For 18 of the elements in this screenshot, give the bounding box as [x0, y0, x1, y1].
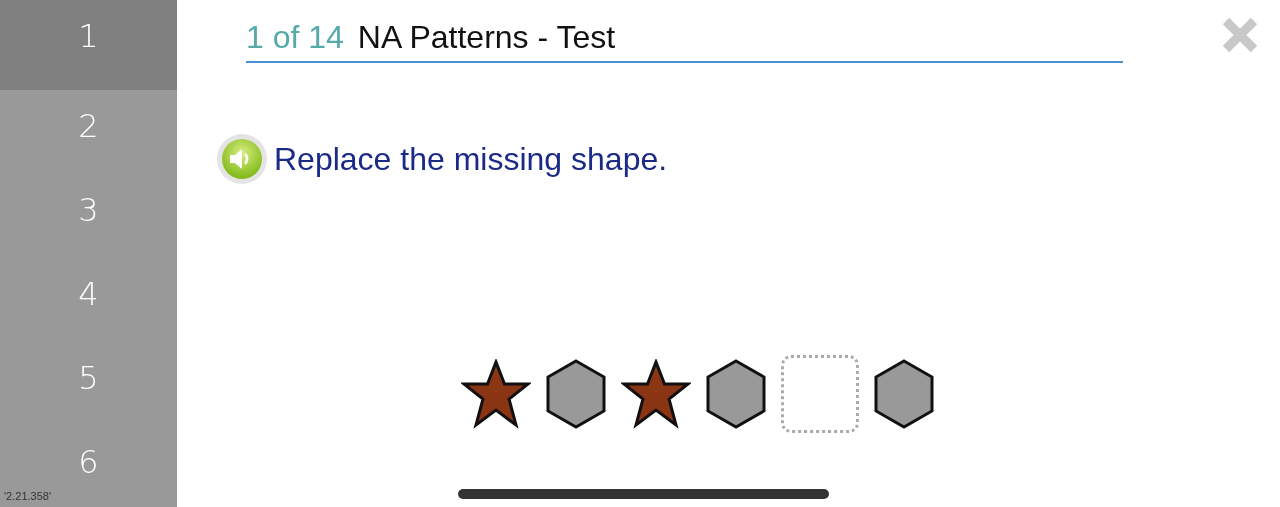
test-title: NA Patterns - Test	[357, 18, 616, 56]
question-tab[interactable]: 3	[0, 174, 177, 258]
question-tab[interactable]: 2	[0, 90, 177, 174]
question-tab[interactable]: 5	[0, 342, 177, 426]
question-counter: 1 of 14	[246, 18, 344, 56]
star-shape	[461, 359, 531, 429]
question-tab[interactable]: 4	[0, 258, 177, 342]
close-icon[interactable]	[1222, 17, 1258, 53]
hexagon-shape	[873, 359, 935, 429]
star-shape	[621, 359, 691, 429]
version-label: '2.21.358'	[3, 490, 53, 504]
hexagon-shape	[545, 359, 607, 429]
question-tab[interactable]: 6	[0, 426, 177, 490]
hexagon-shape	[705, 359, 767, 429]
question-tab[interactable]: 1	[0, 0, 177, 90]
instruction-text: Replace the missing shape.	[274, 140, 668, 178]
missing-shape-slot[interactable]	[781, 355, 859, 433]
speaker-icon[interactable]	[216, 133, 268, 185]
